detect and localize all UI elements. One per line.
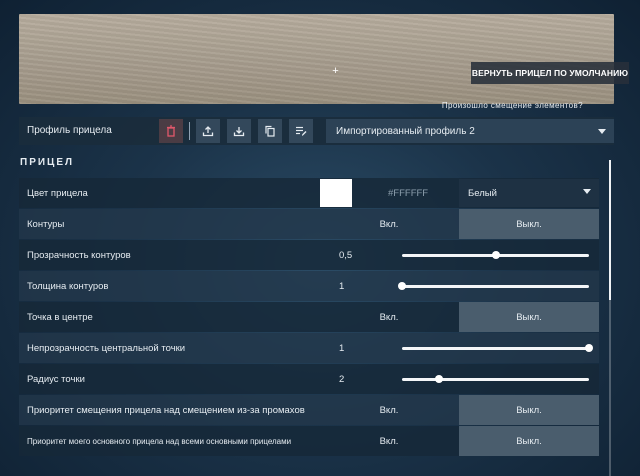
setting-row-outlines: Контуры Вкл. Выкл. [19,209,599,239]
slider-value: 1 [339,343,345,354]
slider-thumb[interactable] [491,251,500,259]
scrollbar-thumb[interactable] [609,160,611,300]
setting-label: Радиус точки [27,374,85,385]
slider-thumb[interactable] [585,344,593,352]
setting-label: Прозрачность контуров [27,250,131,261]
setting-row-center-dot-opacity: Непрозрачность центральной точки 1 [19,333,599,363]
setting-row-outline-opacity: Прозрачность контуров 0,5 [19,240,599,270]
slider-value: 1 [339,281,345,292]
profile-dropdown-value: Импортированный профиль 2 [336,125,475,137]
download-icon [233,127,245,137]
color-dropdown-value: Белый [468,187,497,199]
slider-track[interactable] [402,285,589,288]
import-profile-button[interactable] [227,119,251,143]
profile-bar: Профиль прицела Импортированный профиль … [19,117,614,145]
center-dot-off-option[interactable]: Выкл. [459,302,599,332]
primary-priority-on-option[interactable]: Вкл. [319,426,459,456]
slider-thumb[interactable] [398,282,406,290]
slider-value: 0,5 [339,250,353,261]
setting-label: Точка в центре [27,312,93,323]
section-title: ПРИЦЕЛ [20,157,75,168]
crosshair-preview: + ВЕРНУТЬ ПРИЦЕЛ ПО УМОЛЧАНИЮ Произошло … [19,14,629,110]
center-dot-on-option[interactable]: Вкл. [319,302,459,332]
upload-icon [202,126,214,137]
setting-label: Приоритет смещения прицела над смещением… [27,405,305,416]
slider-track[interactable] [402,347,589,350]
profile-label: Профиль прицела [27,125,112,136]
reset-crosshair-button[interactable]: ВЕРНУТЬ ПРИЦЕЛ ПО УМОЛЧАНИЮ [471,62,629,84]
slider-value: 2 [339,374,345,385]
setting-label: Контуры [27,219,65,230]
setting-row-fire-error-priority: Приоритет смещения прицела над смещением… [19,395,599,425]
setting-label: Непрозрачность центральной точки [27,343,186,354]
chevron-down-icon [583,189,591,194]
chevron-down-icon [598,129,606,134]
setting-label: Приоритет моего основного прицела над вс… [27,437,292,446]
trash-icon [167,125,175,137]
setting-row-dot-radius: Радиус точки 2 [19,364,599,394]
fire-error-priority-off-option[interactable]: Выкл. [459,395,599,425]
edit-icon [296,126,307,136]
outlines-off-option[interactable]: Выкл. [459,209,599,239]
profile-dropdown[interactable]: Импортированный профиль 2 [326,119,614,143]
crosshair-icon: + [332,65,339,77]
primary-priority-off-option[interactable]: Выкл. [459,426,599,456]
export-profile-button[interactable] [196,119,220,143]
setting-row-outline-thickness: Толщина контуров 1 [19,271,599,301]
setting-row-center-dot: Точка в центре Вкл. Выкл. [19,302,599,332]
copy-icon [265,125,275,137]
setting-row-primary-priority: Приоритет моего основного прицела над вс… [19,426,599,456]
color-swatch[interactable] [320,179,352,207]
outlines-on-option[interactable]: Вкл. [319,209,459,239]
copy-profile-button[interactable] [258,119,282,143]
toolbar-divider [189,122,190,140]
color-dropdown[interactable]: Белый [459,179,599,207]
fire-error-priority-on-option[interactable]: Вкл. [319,395,459,425]
delete-profile-button[interactable] [159,119,183,143]
color-hex-input[interactable]: #FFFFFF [388,188,428,199]
setting-label: Цвет прицела [27,188,88,199]
rename-profile-button[interactable] [289,119,313,143]
setting-label: Толщина контуров [27,281,109,292]
slider-thumb[interactable] [435,375,444,383]
slider-track[interactable] [402,378,589,381]
offset-help-link[interactable]: Произошло смещение элементов? [442,101,583,110]
setting-row-color: Цвет прицела #FFFFFF Белый [19,178,599,208]
